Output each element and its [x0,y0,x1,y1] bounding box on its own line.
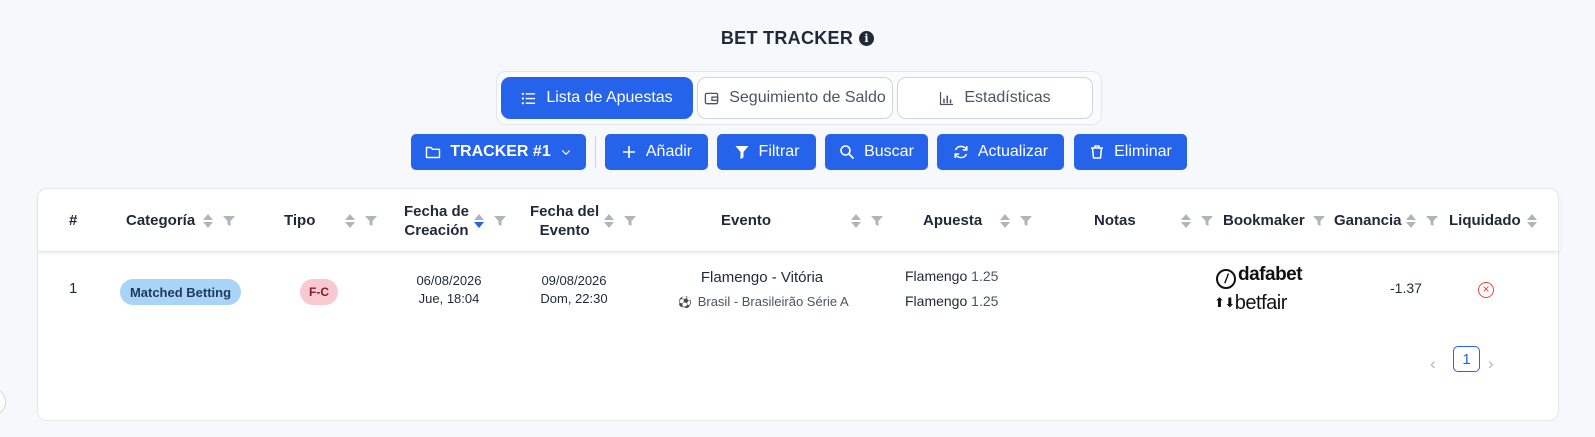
tracker-select[interactable]: TRACKER #1 [411,134,586,170]
filter-icon[interactable] [1020,215,1033,227]
page-title-text: BET TRACKER [720,28,854,48]
soccer-ball-icon: ⚽ [678,297,692,309]
add-button-label: Añadir [645,143,693,160]
tab-label: Lista de Apuestas [546,89,673,106]
refresh-button[interactable]: Actualizar [937,134,1064,170]
add-button[interactable]: Añadir [605,134,708,170]
type-badge: F-C [300,279,338,305]
refresh-icon [954,145,968,159]
x-circle-icon[interactable]: × [1478,282,1494,298]
col-bookmaker[interactable]: Bookmaker [1223,189,1325,252]
tab-label: Estadísticas [964,89,1051,106]
filter-icon[interactable] [365,215,378,227]
sort-icon[interactable] [1000,213,1011,229]
pagination-prev[interactable]: ‹ [1430,354,1436,374]
betfair-arrows-icon: ⬆⬇ [1214,295,1235,310]
plus-icon [622,146,635,158]
profit-value: -1.37 [1390,280,1422,296]
bet-line-1: Flamengo 1.25 [905,268,999,284]
tab-label: Seguimiento de Saldo [729,89,886,106]
dafabet-mark-icon: / [1216,269,1236,289]
trash-icon [1091,145,1104,159]
filter-icon[interactable] [223,215,236,227]
event-date: 09/08/2026 Dom, 22:30 [540,273,608,306]
sort-icon[interactable] [604,213,615,229]
filter-icon[interactable] [1425,215,1438,227]
col-created[interactable]: Fecha de Creación [404,189,507,252]
sort-icon[interactable] [851,213,862,229]
tracker-select-label: TRACKER #1 [450,143,551,160]
sort-icon[interactable] [1405,213,1416,229]
col-profit[interactable]: Ganancia [1334,189,1438,252]
row-index: 1 [69,280,78,297]
toolbar-divider [595,136,596,168]
delete-button-label: Eliminar [1114,143,1172,160]
bar-chart-icon [940,91,954,105]
category-badge: Matched Betting [120,279,241,305]
filter-icon[interactable] [1200,215,1213,227]
bet-line-2: Flamengo 1.25 [905,293,999,309]
tab-balance-tracking[interactable]: Seguimiento de Saldo [697,77,893,119]
refresh-button-label: Actualizar [977,143,1049,160]
sort-icon[interactable] [1526,213,1537,229]
filter-icon[interactable] [494,215,507,227]
info-icon[interactable]: i [859,31,875,46]
col-index: # [69,212,78,229]
col-notes[interactable]: Notas [1094,189,1213,252]
sort-icon[interactable] [203,213,214,229]
wallet-icon [704,92,719,104]
filter-icon [735,146,749,159]
sort-desc-icon[interactable] [474,213,485,229]
chevron-down-icon [561,150,570,156]
created-date: 06/08/2026 Jue, 18:04 [416,273,482,306]
sort-icon[interactable] [1180,213,1191,229]
col-event[interactable]: Evento [721,189,884,252]
folder-icon [426,146,441,159]
filter-icon[interactable] [871,215,884,227]
filter-icon[interactable] [624,215,637,227]
col-event-date[interactable]: Fecha del Evento [530,189,637,252]
sort-icon[interactable] [345,213,356,229]
pagination-next[interactable]: › [1488,354,1494,374]
col-bet[interactable]: Apuesta [923,189,1033,252]
table-header: # Categoría Tipo Fecha de Creación Fecha … [38,189,1560,252]
filter-button-label: Filtrar [758,143,800,160]
side-toggle-button[interactable] [0,388,6,416]
view-tabs: Lista de Apuestas Seguimiento de Saldo E… [496,71,1102,125]
event-name: Flamengo - Vitória [700,269,824,286]
search-icon [840,145,855,160]
bet-tracker-page: BET TRACKER i Lista de Apuestas Seguimien… [0,0,1595,437]
bets-table: # Categoría Tipo Fecha de Creación Fecha … [37,188,1560,421]
col-type[interactable]: Tipo [284,189,378,252]
col-category[interactable]: Categoría [126,189,236,252]
betfair-logo: ⬆⬇betfair [1214,292,1287,314]
event-competition: ⚽ Brasil - Brasileirão Série A [678,294,849,309]
pagination-page-current[interactable]: 1 [1453,346,1480,372]
search-button[interactable]: Buscar [825,134,928,170]
filter-button[interactable]: Filtrar [717,134,816,170]
tab-statistics[interactable]: Estadísticas [897,77,1093,119]
tab-bet-list[interactable]: Lista de Apuestas [501,77,693,119]
delete-button[interactable]: Eliminar [1074,134,1187,170]
search-button-label: Buscar [864,143,914,160]
list-icon [522,92,536,104]
col-settled[interactable]: Liquidado [1449,189,1537,252]
dafabet-logo: / dafabet [1216,264,1303,289]
filter-icon[interactable] [1312,215,1325,227]
page-title: BET TRACKER i [0,28,1595,49]
